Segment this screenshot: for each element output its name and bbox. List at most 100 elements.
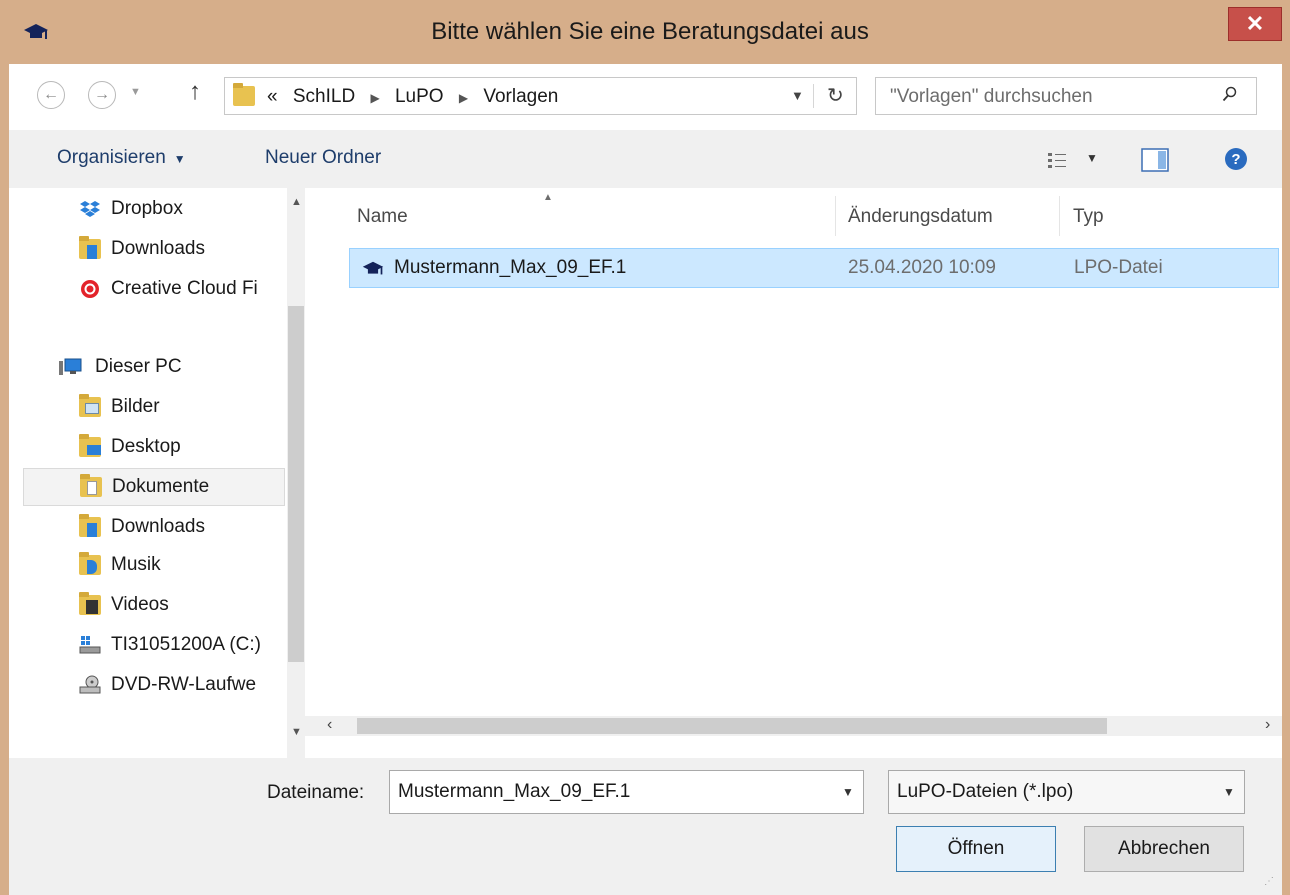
chevron-down-icon: ▼ bbox=[173, 152, 186, 166]
breadcrumb-item-vorlagen[interactable]: Vorlagen bbox=[483, 86, 558, 107]
new-folder-button[interactable]: Neuer Ordner bbox=[265, 147, 381, 169]
sidebar-item-drive-c[interactable]: TI31051200A (C:) bbox=[79, 628, 261, 662]
sidebar-item-creative-cloud[interactable]: Creative Cloud Fi bbox=[79, 272, 258, 306]
folder-icon bbox=[233, 83, 255, 106]
sidebar-item-label: Dropbox bbox=[111, 198, 183, 219]
organize-label: Organisieren bbox=[57, 147, 166, 168]
dialog-client-area: ← → ▼ ↑ « SchILD ▶ LuPO ▶ Vorlagen ▼ ↻ "… bbox=[9, 64, 1282, 895]
arrow-up-icon: ↑ bbox=[189, 78, 201, 105]
column-header-name[interactable]: Name bbox=[357, 206, 408, 228]
address-bar[interactable]: « SchILD ▶ LuPO ▶ Vorlagen ▼ ↻ bbox=[224, 77, 857, 115]
file-date: 25.04.2020 10:09 bbox=[848, 257, 996, 278]
address-row: ← → ▼ ↑ « SchILD ▶ LuPO ▶ Vorlagen ▼ ↻ "… bbox=[9, 64, 1282, 130]
scrollbar-thumb[interactable] bbox=[288, 306, 304, 662]
organize-button[interactable]: Organisieren ▼ bbox=[57, 147, 186, 169]
column-header-date[interactable]: Änderungsdatum bbox=[848, 206, 993, 228]
resize-grip-icon[interactable]: ⋰ bbox=[1264, 876, 1274, 887]
chevron-down-icon[interactable]: ▼ bbox=[791, 88, 804, 103]
search-input[interactable]: "Vorlagen" durchsuchen bbox=[875, 77, 1257, 115]
recent-locations-dropdown[interactable]: ▼ bbox=[130, 86, 141, 98]
sidebar-item-downloads[interactable]: Downloads bbox=[79, 510, 205, 544]
breadcrumb-overflow[interactable]: « bbox=[267, 86, 278, 107]
cancel-button[interactable]: Abbrechen bbox=[1084, 826, 1244, 872]
drive-icon bbox=[79, 636, 101, 654]
sidebar-item-downloads-quick[interactable]: Downloads bbox=[79, 232, 205, 266]
file-name: Mustermann_Max_09_EF.1 bbox=[394, 257, 627, 278]
creative-cloud-icon bbox=[81, 280, 99, 298]
downloads-folder-icon bbox=[79, 236, 101, 259]
sidebar-item-label: Downloads bbox=[111, 516, 205, 537]
help-icon[interactable]: ? bbox=[1225, 148, 1247, 170]
horizontal-scrollbar[interactable]: ‹ › bbox=[305, 716, 1282, 736]
pictures-folder-icon bbox=[79, 394, 101, 417]
file-row[interactable]: Mustermann_Max_09_EF.1 25.04.2020 10:09 … bbox=[349, 248, 1279, 288]
sort-ascending-icon: ▲ bbox=[543, 192, 553, 203]
music-folder-icon bbox=[79, 552, 101, 575]
search-icon[interactable] bbox=[1222, 86, 1238, 102]
breadcrumb-item-lupo[interactable]: LuPO bbox=[395, 86, 444, 107]
refresh-icon[interactable]: ↻ bbox=[827, 83, 844, 108]
scroll-right-icon[interactable]: › bbox=[1265, 716, 1270, 734]
graduation-cap-icon bbox=[24, 24, 48, 39]
sidebar-item-dropbox[interactable]: Dropbox bbox=[79, 192, 183, 226]
column-header-type[interactable]: Typ bbox=[1073, 206, 1104, 228]
up-button[interactable]: ↑ bbox=[189, 78, 201, 106]
sidebar-item-music[interactable]: Musik bbox=[79, 548, 161, 582]
forward-button[interactable]: → bbox=[88, 81, 116, 109]
chevron-right-icon[interactable]: ▶ bbox=[459, 91, 468, 105]
breadcrumb: « SchILD ▶ LuPO ▶ Vorlagen bbox=[267, 86, 558, 108]
dvd-drive-icon bbox=[79, 675, 101, 694]
sidebar-item-dvd-drive[interactable]: DVD-RW-Laufwe bbox=[79, 668, 256, 702]
chevron-down-icon[interactable]: ▼ bbox=[1223, 785, 1235, 799]
command-bar: Organisieren ▼ Neuer Ordner ▼ ? bbox=[9, 130, 1282, 188]
arrow-right-icon: → bbox=[94, 86, 110, 103]
scroll-down-icon[interactable]: ▼ bbox=[291, 726, 302, 738]
column-divider[interactable] bbox=[835, 196, 836, 236]
videos-folder-icon bbox=[79, 592, 101, 615]
file-type: LPO-Datei bbox=[1074, 257, 1163, 278]
close-button[interactable]: ✕ bbox=[1228, 7, 1282, 41]
arrow-left-icon: ← bbox=[43, 86, 59, 103]
close-icon: ✕ bbox=[1245, 11, 1265, 36]
breadcrumb-item-schild[interactable]: SchILD bbox=[293, 86, 355, 107]
desktop-folder-icon bbox=[79, 434, 101, 457]
back-button[interactable]: ← bbox=[37, 81, 65, 109]
filetype-value: LuPO-Dateien (*.lpo) bbox=[897, 781, 1074, 802]
graduation-cap-icon bbox=[362, 261, 384, 275]
preview-pane-icon[interactable] bbox=[1141, 148, 1169, 172]
chevron-down-icon[interactable]: ▼ bbox=[842, 785, 854, 799]
sidebar-item-label: Downloads bbox=[111, 238, 205, 259]
column-header-label: Name bbox=[357, 206, 408, 227]
chevron-right-icon[interactable]: ▶ bbox=[370, 91, 379, 105]
sidebar-item-videos[interactable]: Videos bbox=[79, 588, 169, 622]
scroll-left-icon[interactable]: ‹ bbox=[327, 716, 332, 734]
sidebar-item-documents[interactable]: Dokumente bbox=[23, 468, 285, 506]
sidebar-item-label: Dieser PC bbox=[95, 356, 182, 377]
scroll-up-icon[interactable]: ▲ bbox=[291, 196, 302, 208]
computer-icon bbox=[59, 358, 82, 375]
filename-value: Mustermann_Max_09_EF.1 bbox=[398, 781, 631, 802]
open-button[interactable]: Öffnen bbox=[896, 826, 1056, 872]
filename-label: Dateiname: bbox=[267, 782, 365, 803]
column-divider[interactable] bbox=[1059, 196, 1060, 236]
window-title: Bitte wählen Sie eine Beratungsdatei aus bbox=[431, 18, 869, 45]
sidebar-scrollbar[interactable]: ▲ ▼ bbox=[287, 188, 305, 758]
filetype-select[interactable]: LuPO-Dateien (*.lpo) ▼ bbox=[888, 770, 1245, 814]
sidebar-item-this-pc[interactable]: Dieser PC bbox=[55, 350, 182, 384]
filename-field[interactable]: Mustermann_Max_09_EF.1 ▼ bbox=[389, 770, 864, 814]
navigation-pane: Dropbox Downloads Creative Cloud Fi Dies… bbox=[9, 188, 305, 758]
sidebar-item-label: Desktop bbox=[111, 436, 181, 457]
dialog-footer: Dateiname: Mustermann_Max_09_EF.1 ▼ LuPO… bbox=[9, 758, 1282, 895]
chevron-down-icon[interactable]: ▼ bbox=[1086, 151, 1098, 165]
scrollbar-thumb[interactable] bbox=[357, 718, 1107, 734]
sidebar-item-label: Dokumente bbox=[112, 476, 210, 497]
sidebar-item-desktop[interactable]: Desktop bbox=[79, 430, 181, 464]
sidebar-item-label: Creative Cloud Fi bbox=[111, 278, 258, 299]
sidebar-item-label: Videos bbox=[111, 594, 169, 615]
downloads-folder-icon bbox=[79, 514, 101, 537]
sidebar-item-label: Bilder bbox=[111, 396, 160, 417]
sidebar-item-pictures[interactable]: Bilder bbox=[79, 390, 160, 424]
dropbox-icon bbox=[80, 201, 100, 217]
sidebar-item-label: Musik bbox=[111, 554, 161, 575]
view-options-icon[interactable] bbox=[1047, 151, 1067, 169]
